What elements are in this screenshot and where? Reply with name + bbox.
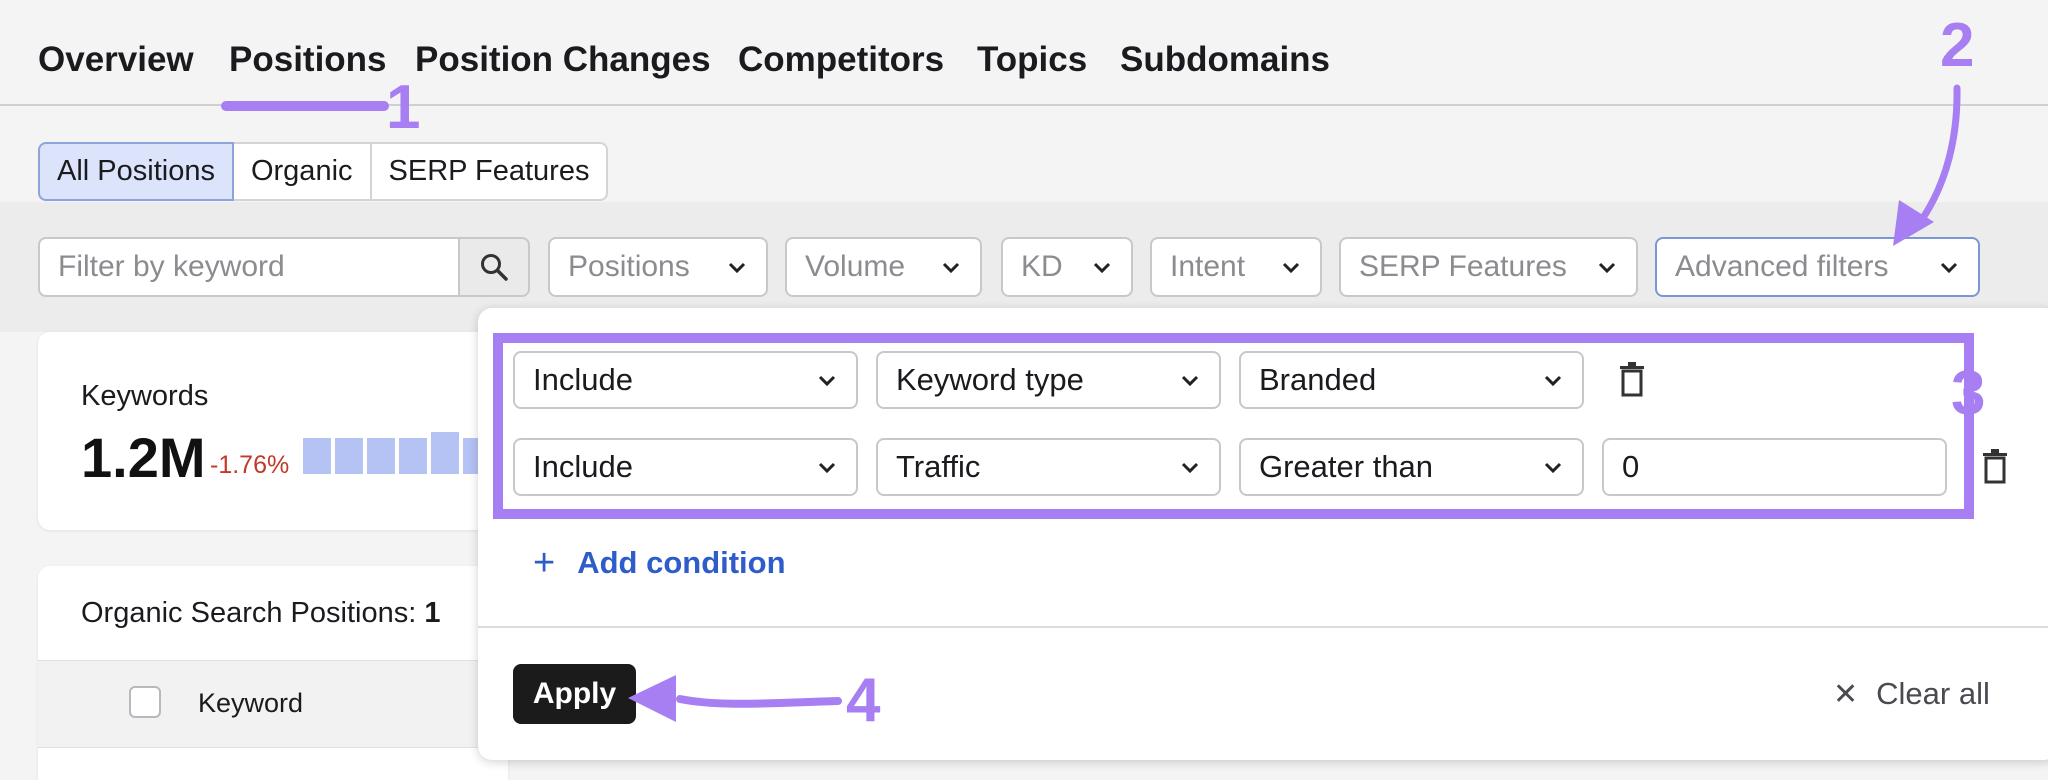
clear-all-label: Clear all xyxy=(1876,676,1990,711)
apply-button[interactable]: Apply xyxy=(513,664,636,724)
trend-bar xyxy=(399,438,427,474)
keywords-trend-bars xyxy=(303,432,491,474)
intent-dropdown[interactable]: Intent xyxy=(1150,237,1322,297)
panel-divider xyxy=(478,626,2048,628)
keywords-change: -1.76% xyxy=(210,451,290,479)
table-title: Organic Search Positions: 1 xyxy=(81,597,440,630)
segment-all-positions[interactable]: All Positions xyxy=(38,142,234,201)
annotation-1: 1 xyxy=(386,73,421,142)
volume-dropdown[interactable]: Volume xyxy=(785,237,982,297)
annotation-2: 2 xyxy=(1940,11,1975,80)
tab-position-changes[interactable]: Position Changes xyxy=(415,40,711,80)
dropdown-label: KD xyxy=(1021,250,1063,283)
chevron-down-icon xyxy=(1598,262,1616,274)
trash-icon[interactable] xyxy=(1981,449,2009,485)
column-header-keyword[interactable]: Keyword xyxy=(198,688,303,719)
tab-positions[interactable]: Positions xyxy=(229,40,387,80)
kd-dropdown[interactable]: KD xyxy=(1001,237,1133,297)
select-all-checkbox[interactable] xyxy=(129,686,161,718)
conditions-highlight-box xyxy=(493,333,1974,519)
dropdown-label: Advanced filters xyxy=(1675,250,1889,283)
dropdown-label: Volume xyxy=(805,250,906,283)
chevron-down-icon xyxy=(1940,262,1958,274)
close-icon: ✕ xyxy=(1833,677,1859,711)
annotation-4: 4 xyxy=(846,666,881,735)
add-condition-label: Add condition xyxy=(577,545,786,580)
table-title-text: Organic Search Positions: xyxy=(81,597,417,629)
serp-features-dropdown[interactable]: SERP Features xyxy=(1339,237,1638,297)
trend-bar xyxy=(367,438,395,474)
segment-serp-features[interactable]: SERP Features xyxy=(369,142,609,201)
search-icon xyxy=(481,254,508,281)
tab-subdomains[interactable]: Subdomains xyxy=(1120,40,1330,80)
dropdown-label: Positions xyxy=(568,250,690,283)
report-tabs: Overview Positions Position Changes Comp… xyxy=(0,0,2048,106)
trend-bar xyxy=(431,432,459,474)
keywords-value: 1.2M xyxy=(81,426,206,489)
position-type-switch: All Positions Organic SERP Features xyxy=(38,142,609,201)
search-button[interactable] xyxy=(458,237,530,297)
dropdown-label: Intent xyxy=(1170,250,1246,283)
segment-organic[interactable]: Organic xyxy=(231,142,372,201)
chevron-down-icon xyxy=(728,262,746,274)
add-condition-button[interactable]: + Add condition xyxy=(533,544,786,582)
trend-bar xyxy=(335,438,363,474)
tab-competitors[interactable]: Competitors xyxy=(738,40,944,80)
tab-overview[interactable]: Overview xyxy=(38,40,194,80)
dropdown-label: SERP Features xyxy=(1359,250,1567,283)
tab-topics[interactable]: Topics xyxy=(977,40,1087,80)
chevron-down-icon xyxy=(1093,262,1111,274)
table-title-count: 1 xyxy=(424,597,441,629)
chevron-down-icon xyxy=(942,262,960,274)
chevron-down-icon xyxy=(1282,262,1300,274)
positions-dropdown[interactable]: Positions xyxy=(548,237,768,297)
keywords-label: Keywords xyxy=(81,380,209,412)
trend-bar xyxy=(303,438,331,474)
clear-all-button[interactable]: ✕ Clear all xyxy=(1833,676,1990,712)
plus-icon: + xyxy=(533,542,556,584)
advanced-filters-dropdown[interactable]: Advanced filters xyxy=(1655,237,1980,297)
annotation-3: 3 xyxy=(1951,359,1986,428)
keyword-filter-input[interactable]: Filter by keyword xyxy=(38,237,460,297)
